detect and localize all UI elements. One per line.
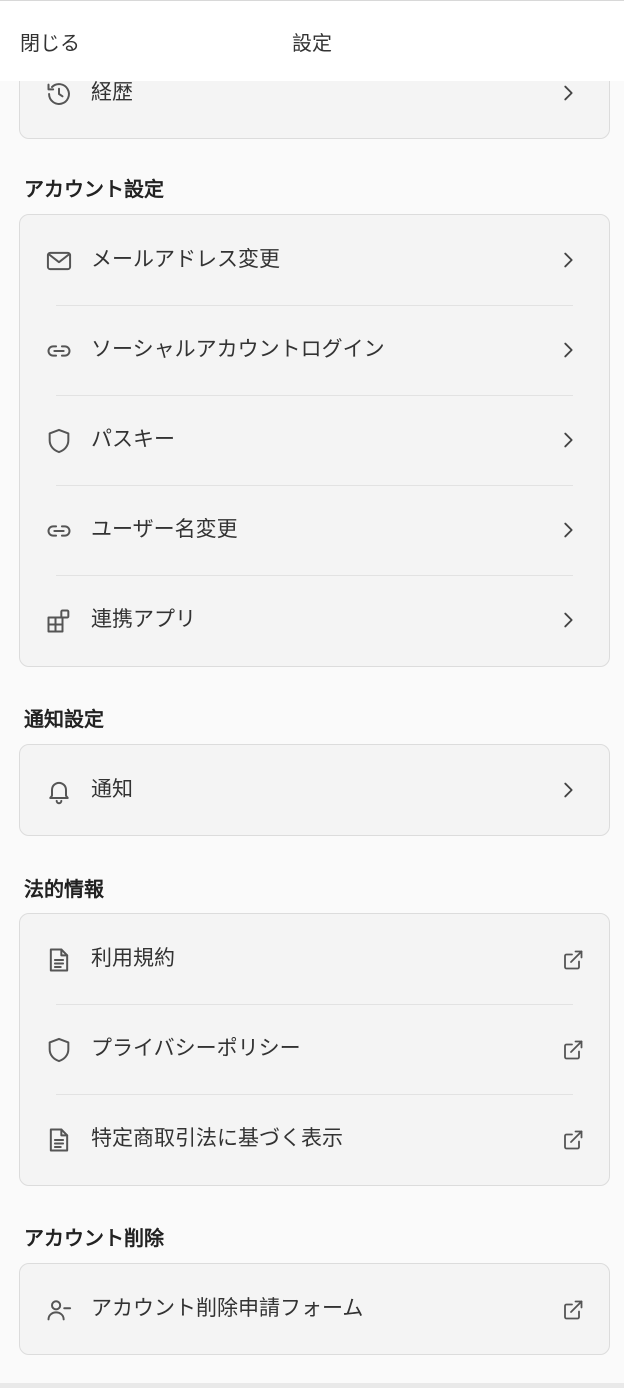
section-heading-account: アカウント設定 [24, 177, 164, 201]
settings-item-account-deletion-form[interactable]: アカウント削除申請フォーム [20, 1264, 609, 1354]
section-heading-legal: 法的情報 [24, 877, 104, 901]
settings-item-label: パスキー [91, 427, 175, 451]
legal-card: 利用規約 プライバシーポリシー 特定商取引法に基づく表示 [19, 913, 610, 1186]
chevron-right-icon [557, 429, 579, 451]
settings-item-notification[interactable]: 通知 [20, 745, 609, 835]
settings-item-label: 特定商取引法に基づく表示 [91, 1126, 343, 1150]
account-deletion-card: アカウント削除申請フォーム [19, 1263, 610, 1355]
section-heading-notification: 通知設定 [24, 707, 104, 731]
settings-item-connected-apps[interactable]: 連携アプリ [20, 575, 609, 665]
chevron-right-icon [557, 779, 579, 801]
user-minus-icon [45, 1296, 73, 1324]
settings-item-label: ソーシャルアカウントログイン [91, 337, 385, 361]
chevron-right-icon [557, 519, 579, 541]
external-link-icon [561, 1038, 585, 1062]
bell-icon [45, 777, 73, 805]
document-icon [45, 946, 73, 974]
shield-icon [45, 427, 73, 455]
notification-settings-card: 通知 [19, 744, 610, 836]
settings-item-privacy-policy[interactable]: プライバシーポリシー [20, 1004, 609, 1094]
settings-item-label: 連携アプリ [91, 607, 196, 631]
history-icon [45, 80, 73, 108]
link-icon [45, 517, 73, 545]
settings-item-terms[interactable]: 利用規約 [20, 914, 609, 1004]
settings-item-email[interactable]: メールアドレス変更 [20, 215, 609, 305]
settings-item-label: プライバシーポリシー [91, 1036, 301, 1060]
link-icon [45, 337, 73, 365]
settings-item-label: 利用規約 [91, 946, 175, 970]
chevron-right-icon [557, 249, 579, 271]
external-link-icon [561, 1298, 585, 1322]
account-settings-card: メールアドレス変更 ソーシャルアカウントログイン パスキー ユーザー名変更 連携… [19, 214, 610, 667]
chevron-right-icon [557, 82, 579, 104]
settings-item-label: メールアドレス変更 [91, 247, 280, 271]
settings-item-social-login[interactable]: ソーシャルアカウントログイン [20, 305, 609, 395]
settings-item-label: ユーザー名変更 [91, 517, 238, 541]
settings-item-commerce-law[interactable]: 特定商取引法に基づく表示 [20, 1094, 609, 1184]
external-link-icon [561, 948, 585, 972]
bottom-bar [0, 1383, 624, 1388]
settings-item-username[interactable]: ユーザー名変更 [20, 485, 609, 575]
header: 閉じる 設定 [0, 1, 624, 81]
page-title: 設定 [292, 31, 332, 55]
document-icon [45, 1126, 73, 1154]
settings-item-label: 経歴 [91, 80, 133, 104]
external-link-icon [561, 1128, 585, 1152]
apps-icon [45, 607, 73, 635]
mail-icon [45, 247, 73, 275]
section-heading-account-deletion: アカウント削除 [24, 1226, 164, 1250]
chevron-right-icon [557, 609, 579, 631]
settings-item-label: 通知 [91, 777, 133, 801]
settings-item-passkey[interactable]: パスキー [20, 395, 609, 485]
shield-icon [45, 1036, 73, 1064]
chevron-right-icon [557, 339, 579, 361]
settings-item-label: アカウント削除申請フォーム [91, 1296, 364, 1320]
